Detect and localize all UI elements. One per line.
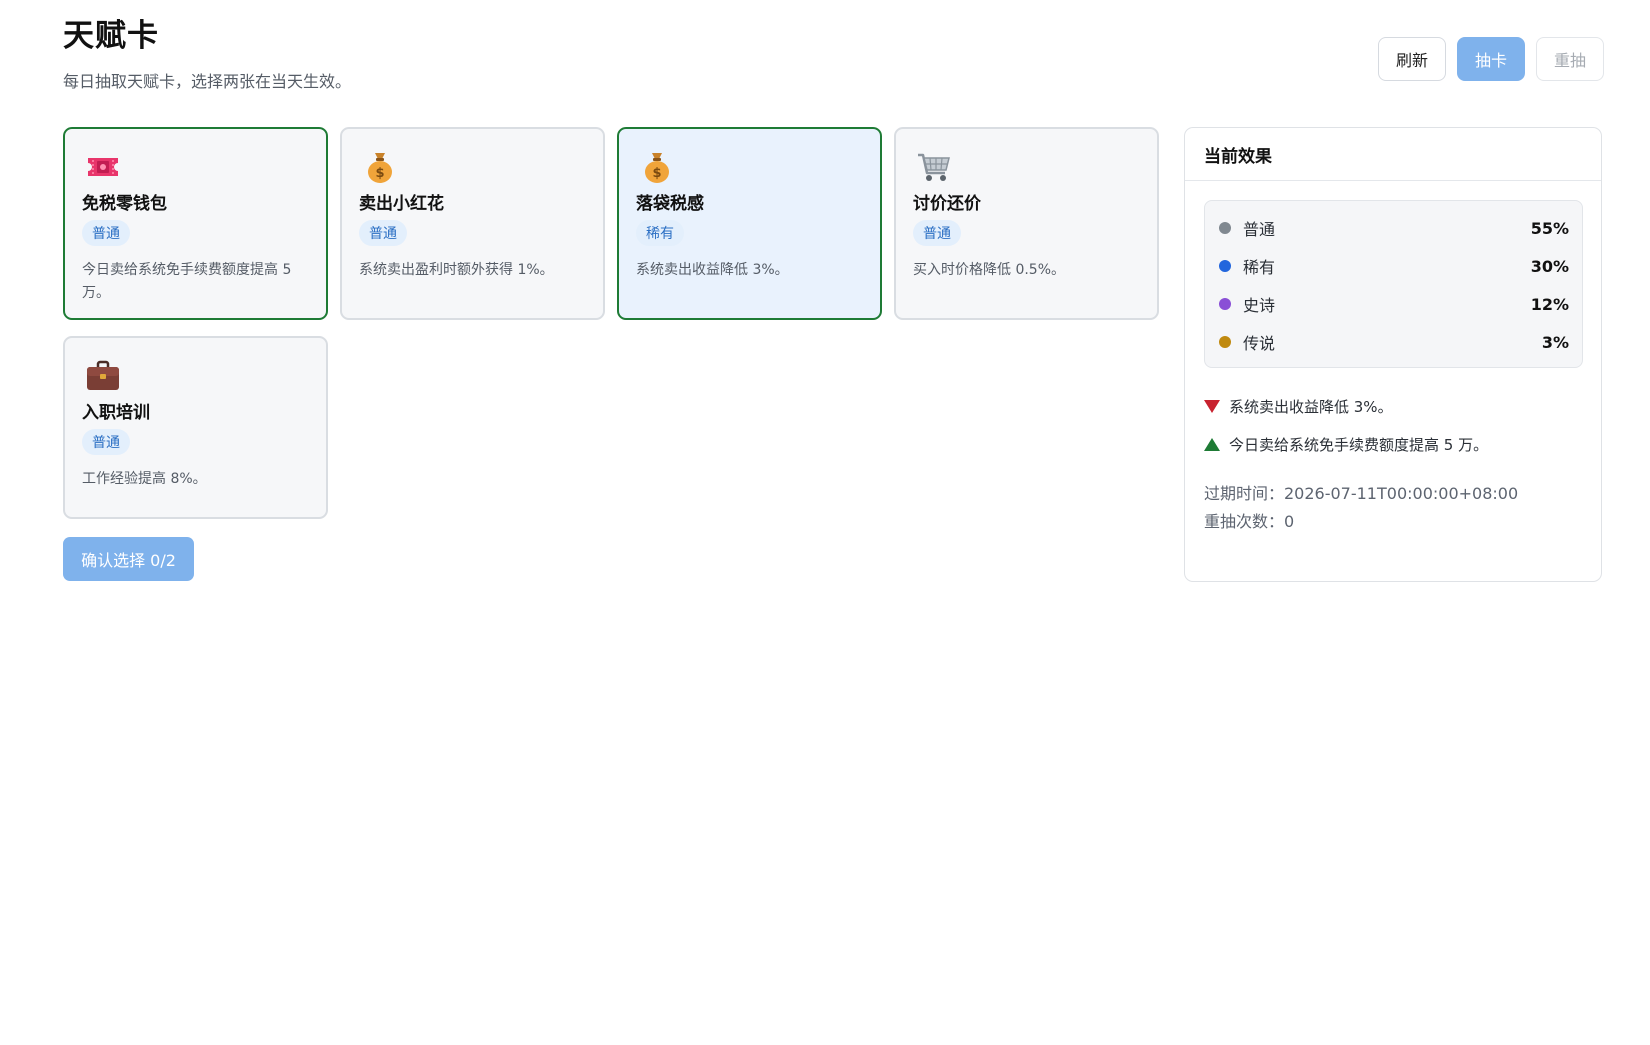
talent-card[interactable]: $ 落袋税感 稀有 系统卖出收益降低 3%。 <box>617 127 882 320</box>
purple-dot-icon <box>1219 298 1231 310</box>
effect-text: 系统卖出收益降低 3%。 <box>1229 398 1393 416</box>
confirm-selection-button[interactable]: 确认选择 0/2 <box>63 537 194 581</box>
odds-row: 普通 55% <box>1219 216 1569 240</box>
card-description: 今日卖给系统免手续费额度提高 5 万。 <box>82 262 292 301</box>
shopping-cart-icon <box>918 153 950 181</box>
page-subtitle: 每日抽取天赋卡，选择两张在当天生效。 <box>63 72 352 91</box>
card-name: 卖出小红花 <box>359 194 444 214</box>
talent-card[interactable]: 入职培训 普通 工作经验提高 8%。 <box>63 336 328 519</box>
effect-text: 今日卖给系统免手续费额度提高 5 万。 <box>1229 436 1489 454</box>
odds-row: 传说 3% <box>1219 330 1569 354</box>
odds-label: 传说 <box>1243 334 1276 353</box>
card-name: 入职培训 <box>82 403 150 423</box>
odds-row: 史诗 12% <box>1219 292 1569 316</box>
toolbar: 刷新 抽卡 重抽 <box>1378 37 1604 81</box>
talent-card[interactable]: 讨价还价 普通 买入时价格降低 0.5%。 <box>894 127 1159 320</box>
blue-dot-icon <box>1219 260 1231 272</box>
odds-value: 30% <box>1530 256 1569 276</box>
rarity-badge: 普通 <box>82 429 130 455</box>
odds-row: 稀有 30% <box>1219 254 1569 278</box>
effect-item: 今日卖给系统免手续费额度提高 5 万。 <box>1204 434 1488 455</box>
card-name: 免税零钱包 <box>82 194 167 214</box>
panel-title: 当前效果 <box>1185 128 1601 181</box>
rarity-badge: 普通 <box>359 220 407 246</box>
odds-label: 普通 <box>1243 220 1276 239</box>
money-bag-icon: $ <box>368 153 392 183</box>
card-name: 落袋税感 <box>636 194 704 214</box>
triangle-down-icon <box>1204 400 1220 413</box>
rarity-badge: 稀有 <box>636 220 684 246</box>
current-effects-panel: 当前效果 普通 55% 稀有 30% 史诗 12% 传说 3% 系统卖出收益降低… <box>1184 127 1602 582</box>
briefcase-icon <box>87 360 119 390</box>
card-description: 工作经验提高 8%。 <box>82 471 207 487</box>
svg-text:$: $ <box>375 166 384 181</box>
rarity-badge: 普通 <box>82 220 130 246</box>
odds-value: 12% <box>1530 294 1569 314</box>
draw-card-button[interactable]: 抽卡 <box>1457 37 1525 81</box>
card-description: 系统卖出收益降低 3%。 <box>636 262 789 278</box>
odds-label: 史诗 <box>1243 296 1276 315</box>
odds-value: 3% <box>1541 332 1569 352</box>
talent-card[interactable]: 免税零钱包 普通 今日卖给系统免手续费额度提高 5 万。 <box>63 127 328 320</box>
card-description: 买入时价格降低 0.5%。 <box>913 262 1066 278</box>
odds-value: 55% <box>1530 218 1569 238</box>
effect-item: 系统卖出收益降低 3%。 <box>1204 396 1393 417</box>
expire-time: 过期时间：2026-07-11T00:00:00+08:00 <box>1204 484 1519 503</box>
card-description: 系统卖出盈利时额外获得 1%。 <box>359 262 554 278</box>
triangle-up-icon <box>1204 438 1220 451</box>
page-title: 天赋卡 <box>63 18 159 54</box>
money-bag-icon: $ <box>645 153 669 183</box>
refresh-button[interactable]: 刷新 <box>1378 37 1446 81</box>
redraw-count: 重抽次数：0 <box>1204 512 1295 531</box>
talent-card-page: 天赋卡 每日抽取天赋卡，选择两张在当天生效。 刷新 抽卡 重抽 免税零钱包 普通… <box>0 0 1650 1045</box>
card-name: 讨价还价 <box>913 194 981 214</box>
gold-dot-icon <box>1219 336 1231 348</box>
redraw-button[interactable]: 重抽 <box>1536 37 1604 81</box>
gray-dot-icon <box>1219 222 1231 234</box>
odds-label: 稀有 <box>1243 258 1276 277</box>
svg-text:$: $ <box>652 166 661 181</box>
ticket-icon <box>88 158 118 176</box>
talent-card[interactable]: $ 卖出小红花 普通 系统卖出盈利时额外获得 1%。 <box>340 127 605 320</box>
rarity-odds-box: 普通 55% 稀有 30% 史诗 12% 传说 3% <box>1204 200 1583 368</box>
rarity-badge: 普通 <box>913 220 961 246</box>
